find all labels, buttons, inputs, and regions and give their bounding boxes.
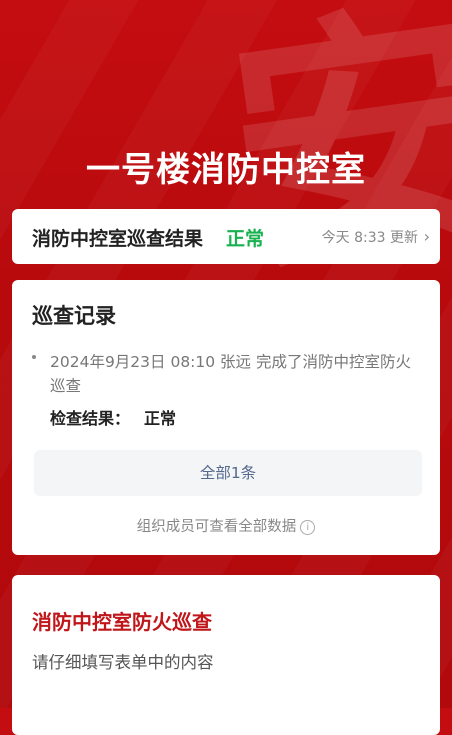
result-label: 检查结果： [50,409,131,428]
view-all-button[interactable]: 全部1条 [34,450,422,496]
permission-note: 组织成员可查看全部数据 i [12,515,440,536]
status-card[interactable]: 消防中控室巡查结果 正常 今天 8:33 更新 › [12,209,440,264]
chevron-right-icon[interactable]: › [424,227,430,246]
form-title: 消防中控室防火巡查 [32,610,212,634]
records-heading: 巡查记录 [32,304,116,328]
result-value: 正常 [144,409,177,428]
status-label: 消防中控室巡查结果 [32,228,204,250]
record-entry: 2024年9月23日 08:10 张远 完成了消防中控室防火巡查 [50,353,411,395]
page-title: 一号楼消防中控室 [86,150,366,190]
status-value: 正常 [226,228,265,250]
permission-note-text: 组织成员可查看全部数据 [136,519,297,535]
records-card: 巡查记录 2024年9月23日 08:10 张远 完成了消防中控室防火巡查 检查… [12,280,440,555]
record-result: 检查结果： 正常 [50,405,176,429]
updated-time: 今天 8:33 更新 [321,230,418,246]
info-icon[interactable]: i [300,519,316,535]
form-subtitle: 请仔细填写表单中的内容 [32,653,214,672]
bullet-dot-icon [32,355,36,359]
form-card: 消防中控室防火巡查 请仔细填写表单中的内容 [12,575,440,735]
